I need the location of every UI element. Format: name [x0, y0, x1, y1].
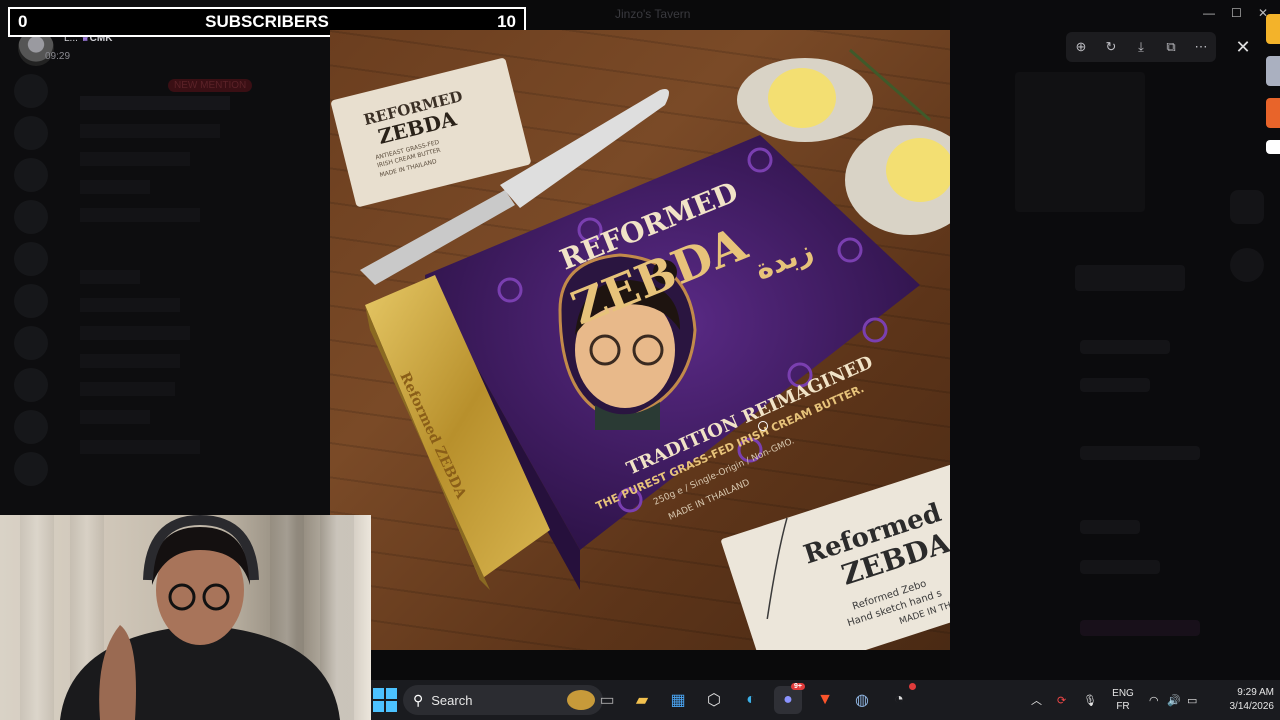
- member-item[interactable]: [1080, 560, 1160, 574]
- server-icon[interactable]: [14, 242, 48, 276]
- search-highlight-icon: [567, 690, 595, 710]
- sync-icon[interactable]: ⟳: [1057, 680, 1066, 720]
- channel-item[interactable]: [80, 124, 220, 138]
- message-timestamp: 09:29: [45, 51, 71, 62]
- webcam-feed: [0, 515, 371, 720]
- member-item[interactable]: [1080, 446, 1200, 460]
- member-item[interactable]: [1080, 340, 1170, 354]
- server-icon[interactable]: [14, 368, 48, 402]
- start-button[interactable]: [373, 688, 397, 712]
- tray-overflow-icon[interactable]: ︿: [1031, 680, 1042, 720]
- channel-item[interactable]: [80, 180, 150, 194]
- channel-item[interactable]: [80, 298, 180, 312]
- wifi-icon[interactable]: ◠: [1149, 680, 1159, 720]
- desktop: NEW MENTION L... ♛CMK 09:29 Jinzo's Tave…: [0, 0, 1280, 720]
- clock-time: 9:29 AM: [1237, 687, 1274, 698]
- server-icon[interactable]: [14, 200, 48, 234]
- microphone-icon[interactable]: 🎙: [1083, 680, 1097, 720]
- close-viewer-button[interactable]: ✕: [1230, 34, 1256, 60]
- app-icon[interactable]: [1266, 56, 1280, 86]
- discord-badge: 9+: [791, 683, 805, 690]
- server-rail: [0, 60, 62, 515]
- window-title: Jinzo's Tavern: [615, 7, 691, 21]
- app-icon[interactable]: ◔: [885, 683, 916, 714]
- store-icon[interactable]: ▦: [664, 686, 692, 714]
- sub-count-goal: 10: [497, 12, 516, 31]
- channel-item[interactable]: [80, 382, 175, 396]
- channel-item[interactable]: [80, 152, 190, 166]
- clock-date: 3/14/2026: [1229, 701, 1275, 712]
- app-icon[interactable]: [1266, 14, 1280, 44]
- app-icon[interactable]: [1266, 140, 1280, 154]
- steam-icon[interactable]: ◍: [848, 686, 876, 714]
- server-icon[interactable]: [14, 452, 48, 486]
- app-icon[interactable]: [1230, 190, 1264, 224]
- product-photo: REFORMED ZEBDA ANTIEAST GRASS-FED IRISH …: [331, 48, 950, 650]
- minimize-icon[interactable]: —: [1203, 6, 1215, 20]
- member-item[interactable]: [1080, 620, 1200, 636]
- edge-icon[interactable]: ◐: [737, 686, 765, 714]
- discord-channel-pane: NEW MENTION: [0, 0, 330, 515]
- member-item[interactable]: [1080, 378, 1150, 392]
- server-icon[interactable]: [14, 410, 48, 444]
- maximize-icon[interactable]: ☐: [1231, 6, 1242, 20]
- app-icon[interactable]: [1230, 248, 1264, 282]
- channel-item[interactable]: [80, 208, 200, 222]
- search-placeholder: Search: [431, 692, 473, 708]
- brave-icon[interactable]: ▼: [811, 686, 839, 714]
- member-item[interactable]: [1080, 520, 1140, 534]
- system-clock[interactable]: 9:29 AM 3/14/2026: [1214, 686, 1275, 714]
- taskbar: ⚲ Search ▭ ▰ ▦ ⬡ ◐ ● 9+ ▼ ◍ ◔ ︿ ⟳ 🎙 ENG F…: [371, 680, 1280, 720]
- server-icon[interactable]: [14, 74, 48, 108]
- battery-icon[interactable]: ▭: [1187, 680, 1197, 720]
- sub-goal-label: SUBSCRIBERS: [205, 12, 329, 31]
- file-explorer-icon[interactable]: ▰: [628, 686, 656, 714]
- new-mention-badge[interactable]: NEW MENTION: [168, 79, 253, 92]
- box-made-in: MADE IN THAILAND: [667, 478, 751, 523]
- app-icon[interactable]: ⬡: [700, 686, 728, 714]
- server-icon[interactable]: [14, 158, 48, 192]
- task-view-icon[interactable]: ▭: [593, 686, 621, 714]
- image-preview[interactable]: REFORMED ZEBDA ANTIEAST GRASS-FED IRISH …: [330, 30, 950, 650]
- image-viewer-toolbar: ⊕ ↻ ⤓ ⧉ ⋯: [1066, 32, 1216, 62]
- volume-icon[interactable]: 🔊: [1167, 680, 1181, 720]
- channel-item[interactable]: [80, 96, 230, 110]
- channel-item[interactable]: [80, 440, 200, 454]
- app-icon[interactable]: [1266, 98, 1280, 128]
- server-icon[interactable]: [14, 284, 48, 318]
- rotate-icon[interactable]: ↻: [1099, 35, 1123, 59]
- channel-item[interactable]: [80, 270, 140, 284]
- discord-icon[interactable]: ● 9+: [774, 683, 805, 714]
- search-icon: ⚲: [413, 691, 424, 708]
- input-language[interactable]: ENG FR: [1112, 687, 1134, 713]
- channel-item[interactable]: [80, 326, 190, 340]
- taskbar-search[interactable]: ⚲ Search: [403, 685, 603, 715]
- open-external-icon[interactable]: ⧉: [1159, 35, 1183, 59]
- server-icon[interactable]: [14, 116, 48, 150]
- lang-bottom: FR: [1116, 701, 1130, 712]
- mouse-cursor-icon: [758, 421, 768, 431]
- discord-members-pane: [950, 0, 1280, 680]
- activity-card[interactable]: [1075, 265, 1185, 291]
- server-icon[interactable]: [14, 326, 48, 360]
- channel-item[interactable]: [80, 354, 180, 368]
- channel-item[interactable]: [80, 410, 150, 424]
- streamer-figure: [60, 515, 340, 720]
- media-thumbnail[interactable]: [1015, 72, 1145, 212]
- sketch-cards: Reformed ZEBDA Reformed Zebo Hand sketch…: [721, 459, 950, 650]
- more-icon[interactable]: ⋯: [1189, 35, 1213, 59]
- lang-top: ENG: [1112, 688, 1134, 699]
- download-icon[interactable]: ⤓: [1129, 35, 1153, 59]
- zoom-in-icon[interactable]: ⊕: [1069, 35, 1093, 59]
